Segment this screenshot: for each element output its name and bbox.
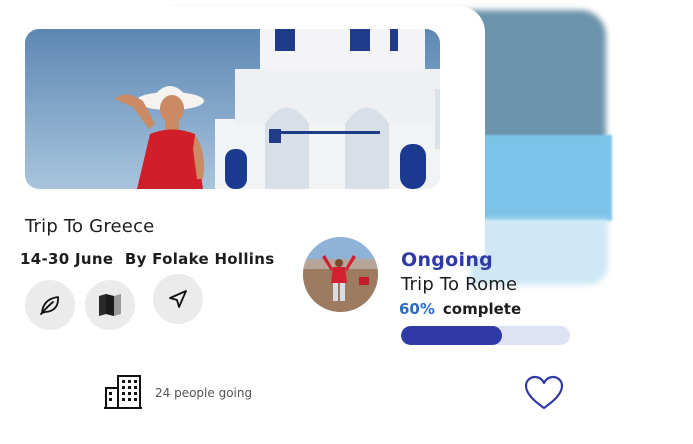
trip-meta: 14-30 June By Folake Hollins: [20, 250, 280, 268]
trip-author: By Folake Hollins: [124, 250, 275, 268]
progress-complete-label: complete: [442, 300, 522, 318]
navigate-button[interactable]: [153, 274, 203, 324]
backdrop-card-middle: [470, 135, 612, 221]
leaf-icon: [40, 296, 59, 315]
progress-bar: [401, 326, 570, 345]
trip-dates: 14-30 June: [20, 250, 114, 268]
people-going-count: 24 people going: [155, 386, 253, 400]
trip-hero-image: [25, 29, 440, 189]
progress-bar-fill: [401, 326, 503, 345]
heart-icon: [524, 375, 564, 410]
favorite-button[interactable]: [523, 375, 565, 415]
progress-label: 60% complete: [399, 300, 521, 318]
navigation-arrow-icon: [169, 290, 187, 308]
map-button[interactable]: [85, 280, 135, 330]
leaf-button[interactable]: [25, 280, 75, 330]
building-icon: [104, 374, 142, 414]
progress-percent: 60%: [399, 300, 435, 318]
ongoing-trip-title: Trip To Rome: [401, 274, 518, 295]
trip-status: Ongoing: [401, 249, 494, 271]
ongoing-trip-avatar[interactable]: [303, 237, 378, 312]
trip-title: Trip To Greece: [25, 216, 155, 237]
map-icon: [99, 294, 121, 316]
